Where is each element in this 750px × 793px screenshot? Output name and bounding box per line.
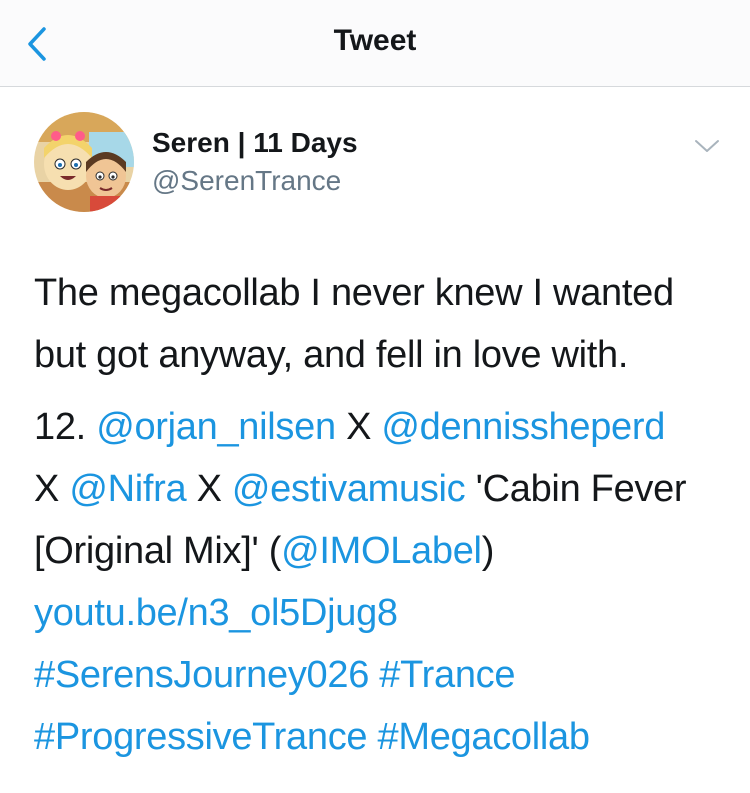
hashtag-link[interactable]: #SerensJourney026 bbox=[34, 654, 369, 696]
mention-link[interactable]: @Nifra bbox=[69, 468, 186, 510]
url-link[interactable]: youtu.be/n3_ol5Djug8 bbox=[34, 592, 398, 634]
navigation-bar: Tweet bbox=[0, 0, 750, 87]
tweet-text: The megacollab I never knew I wanted bbox=[34, 272, 674, 314]
tweet-body: The megacollab I never knew I wanted but… bbox=[34, 262, 734, 768]
separator: X bbox=[196, 468, 222, 510]
tweet-text: but got anyway, and fell in love with. bbox=[34, 334, 629, 376]
more-options-button[interactable] bbox=[692, 136, 722, 156]
separator: X bbox=[346, 406, 372, 448]
avatar-image bbox=[34, 112, 134, 212]
tweet-paragraph-1: The megacollab I never knew I wanted but… bbox=[34, 262, 734, 386]
avatar[interactable] bbox=[34, 112, 134, 212]
separator: X bbox=[34, 468, 60, 510]
hashtag-link[interactable]: #ProgressiveTrance bbox=[34, 716, 368, 758]
track-title: 'Cabin Fever bbox=[475, 468, 687, 510]
mention-link[interactable]: @orjan_nilsen bbox=[96, 406, 336, 448]
mention-link[interactable]: @IMOLabel bbox=[281, 530, 482, 572]
page-title: Tweet bbox=[333, 24, 417, 57]
mention-link[interactable]: @estivamusic bbox=[232, 468, 466, 510]
hashtag-link[interactable]: #Trance bbox=[379, 654, 515, 696]
mention-link[interactable]: @dennissheperd bbox=[381, 406, 665, 448]
track-title: [Original Mix]' ( bbox=[34, 530, 282, 572]
tweet-paragraph-2: 12. @orjan_nilsen X @dennissheperd X @Ni… bbox=[34, 396, 734, 768]
track-number: 12. bbox=[34, 406, 86, 448]
chevron-down-icon bbox=[695, 140, 719, 152]
author-handle[interactable]: @SerenTrance bbox=[152, 165, 341, 197]
close-paren: ) bbox=[481, 530, 495, 572]
author-name[interactable]: Seren | 11 Days bbox=[152, 127, 358, 159]
hashtag-link[interactable]: #Megacollab bbox=[378, 716, 590, 758]
